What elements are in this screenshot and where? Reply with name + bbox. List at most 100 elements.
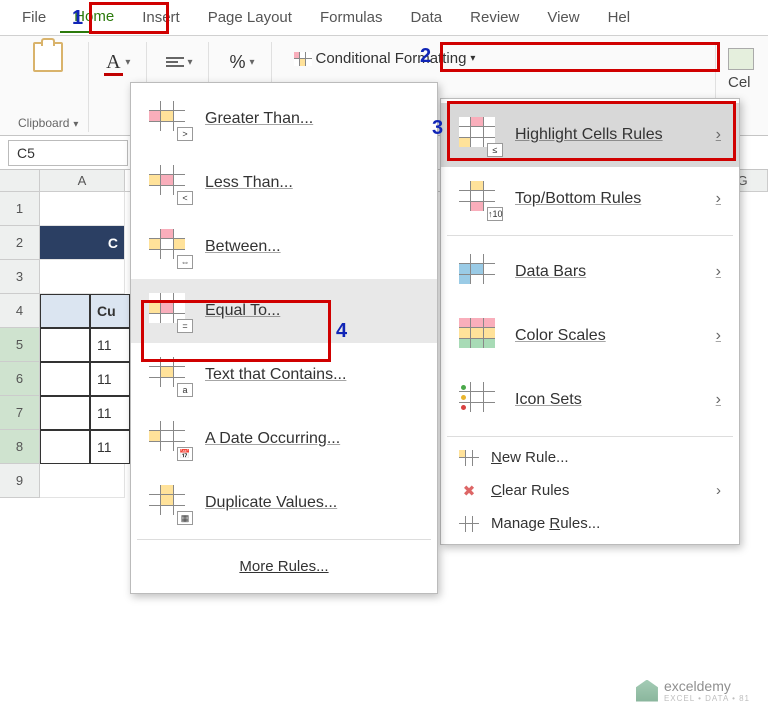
conditional-formatting-button[interactable]: Conditional Formatting ▾ bbox=[288, 46, 482, 71]
menu-label: Duplicate Values... bbox=[205, 494, 419, 512]
row-header[interactable]: 7 bbox=[0, 396, 40, 430]
tab-home[interactable]: Home bbox=[60, 2, 128, 33]
menu-top-bottom-rules[interactable]: ↑10 Top/Bottom Rules › bbox=[441, 167, 739, 231]
menu-label: Less Than... bbox=[205, 174, 419, 192]
chevron-down-icon[interactable]: ▾ bbox=[249, 57, 254, 68]
tab-help[interactable]: Hel bbox=[594, 3, 645, 32]
tab-page-layout[interactable]: Page Layout bbox=[194, 3, 306, 32]
highlight-cells-rules-submenu: > Greater Than... < Less Than... ⇔ Betwe… bbox=[130, 82, 438, 594]
menu-label: Highlight Cells Rules bbox=[515, 126, 700, 144]
menu-label: New Rule... bbox=[491, 449, 721, 466]
menu-between[interactable]: ⇔ Between... bbox=[131, 215, 437, 279]
clear-rules-icon: ✖ bbox=[459, 483, 479, 499]
menu-duplicate-values[interactable]: ▦ Duplicate Values... bbox=[131, 471, 437, 535]
font-color-button[interactable]: A bbox=[101, 50, 125, 74]
menu-label: Manage Rules... bbox=[491, 515, 721, 532]
menu-label: Icon Sets bbox=[515, 391, 700, 409]
chevron-down-icon[interactable]: ▾ bbox=[73, 119, 78, 130]
row-header[interactable]: 8 bbox=[0, 430, 40, 464]
menu-date-occurring[interactable]: 📅 A Date Occurring... bbox=[131, 407, 437, 471]
menu-clear-rules[interactable]: ✖ Clear Rules › bbox=[441, 474, 739, 507]
name-box[interactable]: C5 bbox=[8, 140, 128, 166]
menu-manage-rules[interactable]: Manage Rules... bbox=[441, 507, 739, 540]
menu-highlight-cells-rules[interactable]: ≤ Highlight Cells Rules › bbox=[441, 103, 739, 167]
cell[interactable] bbox=[40, 260, 125, 294]
cell[interactable]: 11 bbox=[90, 430, 130, 464]
cell[interactable]: 11 bbox=[90, 362, 130, 396]
cell[interactable] bbox=[40, 396, 90, 430]
row-header[interactable]: 4 bbox=[0, 294, 40, 328]
cell[interactable] bbox=[40, 328, 90, 362]
number-format-button[interactable]: % bbox=[225, 50, 249, 74]
watermark-sub: EXCEL • DATA • 81 bbox=[664, 694, 750, 703]
conditional-formatting-label: Conditional Formatting bbox=[316, 50, 467, 67]
tab-review[interactable]: Review bbox=[456, 3, 533, 32]
menu-less-than[interactable]: < Less Than... bbox=[131, 151, 437, 215]
menu-label: A Date Occurring... bbox=[205, 430, 419, 448]
cell[interactable] bbox=[40, 464, 125, 498]
row-header[interactable]: 3 bbox=[0, 260, 40, 294]
cell[interactable] bbox=[40, 294, 90, 328]
menu-icon-sets[interactable]: Icon Sets › bbox=[441, 368, 739, 432]
highlight-cells-icon: ≤ bbox=[459, 117, 499, 153]
between-icon: ⇔ bbox=[149, 229, 189, 265]
tab-data[interactable]: Data bbox=[396, 3, 456, 32]
tab-file[interactable]: File bbox=[8, 3, 60, 32]
menu-label: Top/Bottom Rules bbox=[515, 190, 700, 208]
menu-label: Data Bars bbox=[515, 263, 700, 281]
cells-label: Cel bbox=[728, 74, 751, 91]
conditional-formatting-menu: ≤ Highlight Cells Rules › ↑10 Top/Bottom… bbox=[440, 98, 740, 545]
row-header[interactable]: 6 bbox=[0, 362, 40, 396]
menu-label: Clear Rules bbox=[491, 482, 704, 499]
watermark-icon bbox=[636, 680, 658, 702]
group-clipboard: Clipboard ▾ bbox=[8, 42, 89, 132]
chevron-right-icon: › bbox=[716, 190, 721, 208]
watermark-text: exceldemy bbox=[664, 678, 731, 694]
menu-label: Between... bbox=[205, 238, 419, 256]
chevron-down-icon: ▾ bbox=[470, 53, 475, 64]
chevron-right-icon: › bbox=[716, 391, 721, 409]
menu-greater-than[interactable]: > Greater Than... bbox=[131, 87, 437, 151]
top-bottom-icon: ↑10 bbox=[459, 181, 499, 217]
ribbon-tabs: File Home Insert Page Layout Formulas Da… bbox=[0, 0, 768, 36]
menu-more-rules[interactable]: More Rules... bbox=[131, 544, 437, 589]
cell[interactable] bbox=[40, 362, 90, 396]
clipboard-label: Clipboard bbox=[18, 116, 69, 132]
tab-formulas[interactable]: Formulas bbox=[306, 3, 397, 32]
col-header-a[interactable]: A bbox=[40, 170, 125, 191]
row-header[interactable]: 1 bbox=[0, 192, 40, 226]
paste-button[interactable] bbox=[33, 42, 63, 72]
cell[interactable]: 11 bbox=[90, 396, 130, 430]
menu-label: Color Scales bbox=[515, 327, 700, 345]
chevron-down-icon[interactable]: ▾ bbox=[125, 57, 130, 68]
cell[interactable]: 11 bbox=[90, 328, 130, 362]
chevron-right-icon: › bbox=[716, 482, 721, 499]
menu-new-rule[interactable]: New Rule... bbox=[441, 441, 739, 474]
equal-to-icon: = bbox=[149, 293, 189, 329]
less-than-icon: < bbox=[149, 165, 189, 201]
alignment-button[interactable] bbox=[163, 50, 187, 74]
menu-color-scales[interactable]: Color Scales › bbox=[441, 304, 739, 368]
cell[interactable]: C bbox=[40, 226, 125, 260]
menu-text-contains[interactable]: a Text that Contains... bbox=[131, 343, 437, 407]
cell-header[interactable]: Cu bbox=[90, 294, 130, 328]
greater-than-icon: > bbox=[149, 101, 189, 137]
menu-equal-to[interactable]: = Equal To... bbox=[131, 279, 437, 343]
cell[interactable] bbox=[40, 192, 125, 226]
chevron-down-icon[interactable]: ▾ bbox=[187, 57, 192, 68]
row-header[interactable]: 9 bbox=[0, 464, 40, 498]
menu-label: Greater Than... bbox=[205, 110, 419, 128]
cells-icon[interactable] bbox=[728, 48, 754, 70]
conditional-formatting-icon bbox=[294, 52, 312, 66]
menu-label: Text that Contains... bbox=[205, 366, 419, 384]
cell[interactable] bbox=[40, 430, 90, 464]
tab-view[interactable]: View bbox=[533, 3, 593, 32]
watermark: exceldemy EXCEL • DATA • 81 bbox=[636, 678, 750, 703]
menu-data-bars[interactable]: Data Bars › bbox=[441, 240, 739, 304]
color-scales-icon bbox=[459, 318, 499, 354]
row-header[interactable]: 5 bbox=[0, 328, 40, 362]
select-all-corner[interactable] bbox=[0, 170, 40, 191]
data-bars-icon bbox=[459, 254, 499, 290]
tab-insert[interactable]: Insert bbox=[128, 3, 194, 32]
row-header[interactable]: 2 bbox=[0, 226, 40, 260]
